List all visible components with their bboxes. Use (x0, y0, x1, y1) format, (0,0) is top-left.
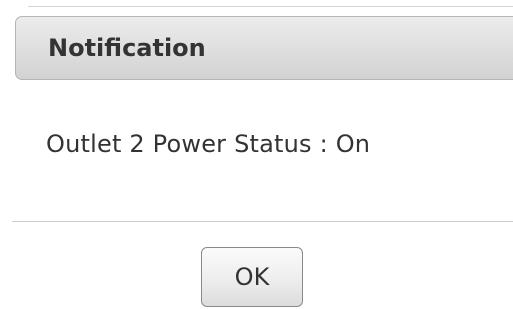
ok-button[interactable]: OK (201, 247, 303, 307)
status-message: Outlet 2 Power Status : On (46, 130, 371, 158)
footer-divider (12, 221, 513, 222)
dialog-title: Notification (48, 34, 206, 62)
notification-dialog: Notification Outlet 2 Power Status : On … (0, 0, 513, 309)
dialog-header: Notification (15, 16, 513, 80)
top-divider (28, 6, 513, 7)
